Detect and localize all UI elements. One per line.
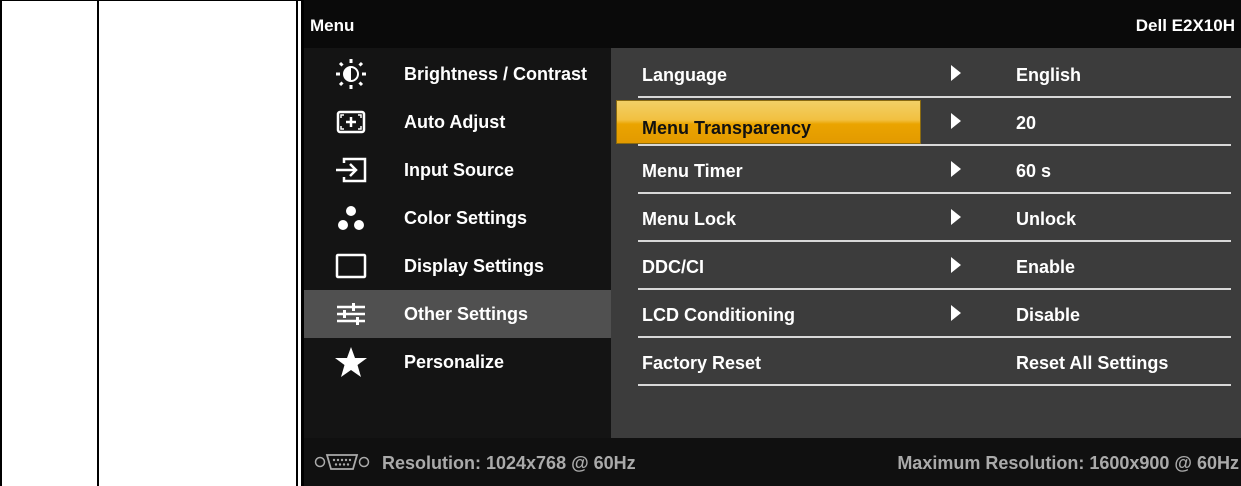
setting-row-lcd-conditioning[interactable]: LCD Conditioning Disable [611,290,1241,338]
menu-item-other-settings[interactable]: Other Settings [304,290,611,338]
menu-item-label: Input Source [404,160,515,180]
setting-value: 60 s [1016,161,1052,181]
setting-row-factory-reset[interactable]: Factory Reset Reset All Settings [611,338,1241,386]
submenu-arrow-icon [951,305,961,321]
color-settings-icon [334,202,368,234]
setting-row-menu-transparency[interactable]: Menu Transparency 20 [611,98,1241,146]
menu-item-label: Personalize [404,352,505,372]
menu-item-label: Other Settings [404,304,529,324]
setting-name: Menu Lock [642,209,737,229]
setting-value: English [1016,65,1082,85]
monitor-model-name: Dell E2X10H [1135,16,1235,35]
submenu-arrow-icon [951,209,961,225]
input-source-icon [334,154,368,186]
submenu-arrow-icon [951,161,961,177]
table-left-border [0,0,2,486]
submenu-arrow-icon [951,257,961,273]
menu-item-auto-adjust[interactable]: Auto Adjust [304,98,611,146]
auto-adjust-icon [334,106,368,138]
osd-title-bar: Menu Dell E2X10H [304,0,1241,48]
submenu-arrow-icon [951,65,961,81]
setting-name: Factory Reset [642,353,762,373]
osd-menu-title: Menu [310,16,355,35]
star-icon [334,346,368,378]
setting-name: DDC/CI [642,257,704,277]
setting-name: Menu Timer [642,161,743,181]
monitor-osd-menu: Menu Dell E2X10H Brightness / Contrast A… [304,0,1241,486]
setting-name: Menu Transparency [642,118,812,138]
menu-item-color-settings[interactable]: Color Settings [304,194,611,242]
main-menu: Brightness / Contrast Auto Adjust Input … [304,48,611,438]
menu-item-label: Display Settings [404,256,545,276]
menu-item-brightness-contrast[interactable]: Brightness / Contrast [304,50,611,98]
table-column-divider [97,0,99,486]
display-settings-icon [334,250,368,282]
row-divider [638,384,1231,386]
menu-item-label: Color Settings [404,208,528,228]
setting-value: 20 [1016,113,1037,133]
menu-item-label: Brightness / Contrast [404,64,588,84]
setting-row-menu-timer[interactable]: Menu Timer 60 s [611,146,1241,194]
submenu-arrow-icon [951,113,961,129]
brightness-icon [334,58,368,90]
menu-item-display-settings[interactable]: Display Settings [304,242,611,290]
other-settings-panel: Language English Menu Transparency 20 Me… [611,48,1241,438]
maximum-resolution: Maximum Resolution: 1600x900 @ 60Hz [897,453,1239,473]
setting-value: Unlock [1016,209,1077,229]
osd-status-bar: Resolution: 1024x768 @ 60Hz Maximum Reso… [304,438,1241,486]
menu-item-label: Auto Adjust [404,112,506,132]
setting-value: Enable [1016,257,1076,277]
vga-connector-icon [314,452,370,472]
menu-item-personalize[interactable]: Personalize [304,338,611,386]
table-column-divider [296,0,298,486]
setting-name: Language [642,65,728,85]
setting-row-language[interactable]: Language English [611,50,1241,98]
setting-value: Reset All Settings [1016,353,1169,373]
current-resolution: Resolution: 1024x768 @ 60Hz [382,453,636,473]
setting-name: LCD Conditioning [642,305,795,325]
menu-item-input-source[interactable]: Input Source [304,146,611,194]
setting-row-menu-lock[interactable]: Menu Lock Unlock [611,194,1241,242]
setting-row-ddc-ci[interactable]: DDC/CI Enable [611,242,1241,290]
other-settings-icon [334,298,368,330]
setting-value: Disable [1016,305,1081,325]
